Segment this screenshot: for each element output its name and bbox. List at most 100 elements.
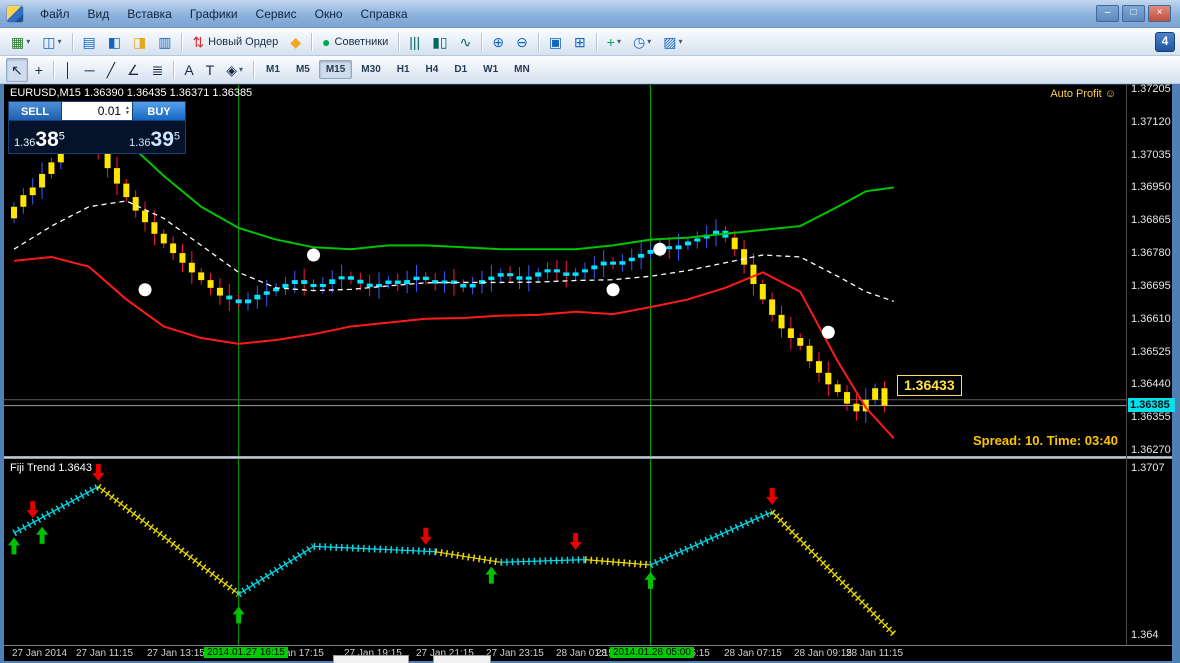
timeframe-h4-button[interactable]: H4 [419,60,446,79]
vertical-line-icon: │ [64,63,73,77]
charts-badge[interactable]: 4 [1155,32,1175,52]
timeframe-m30-button[interactable]: M30 [354,60,387,79]
chart-line-icon: ∿ [460,35,472,49]
data-window-button[interactable]: ◧ [103,30,126,54]
chevron-down-icon: ▾ [239,65,243,74]
fiji-trend-panel[interactable]: Fiji Trend 1.3643 [4,459,1126,645]
tile-windows-button[interactable]: ⊞ [569,30,591,54]
market-watch-icon: ▤ [83,35,96,49]
timeframe-w1-button[interactable]: W1 [476,60,505,79]
fiji-scale-label: 1.3707 [1131,462,1165,474]
fiji-svg [4,459,1126,645]
chevron-down-icon: ▾ [617,37,621,46]
toolbar-standard-icons: ▦▾◫▾▤◧◨▥⇅Новый Ордер◆●Советники|||▮▯∿⊕⊖▣… [5,30,688,54]
timeframe-m5-button[interactable]: M5 [289,60,317,79]
price-alert-label: 1.36433 [897,375,962,396]
text-button[interactable]: A [179,58,198,82]
timeframe-mn-button[interactable]: MN [507,60,537,79]
indicators-button[interactable]: +▾ [602,30,626,54]
text-label-button[interactable]: T [201,58,220,82]
templates-button[interactable]: ▨▾ [658,30,687,54]
new-chart-button[interactable]: ▦▾ [6,30,35,54]
zoom-out-button[interactable]: ⊖ [511,30,533,54]
vertical-line-button[interactable]: │ [59,58,78,82]
spread-time-label: Spread: 10. Time: 03:40 [973,433,1118,448]
minimize-button[interactable]: – [1096,5,1119,22]
price-scale[interactable]: 1.36385 1.372051.371201.370351.369501.36… [1126,85,1173,660]
volume-stepper[interactable]: ▲▼ [123,106,132,116]
terminal-button[interactable]: ▥ [153,30,176,54]
timeframe-m15-button[interactable]: M15 [319,60,352,79]
horizontal-line-icon: ─ [85,63,95,77]
metaeditor-button[interactable]: ◆ [285,30,306,54]
toolbar-separator [253,61,254,79]
toolbar-separator [311,33,312,51]
chevron-down-icon: ▾ [678,37,682,46]
price-scale-label: 1.36525 [1131,346,1171,358]
expert-advisors-button[interactable]: ●Советники [317,30,393,54]
arrows-button[interactable]: ◈▾ [221,58,248,82]
templates-icon: ▨ [663,35,676,49]
menu-Вставка[interactable]: Вставка [118,5,181,23]
time-axis[interactable]: 27 Jan 201427 Jan 11:1527 Jan 13:1527 Ja… [4,645,1172,661]
market-watch-button[interactable]: ▤ [78,30,101,54]
data-window-icon: ◧ [108,35,121,49]
chart-bars-button[interactable]: ||| [404,30,425,54]
indicators-icon: + [607,35,615,49]
timeframe-m1-button[interactable]: M1 [259,60,287,79]
price-scale-label: 1.36355 [1131,411,1171,423]
menu-Файл[interactable]: Файл [31,5,79,23]
navigator-button[interactable]: ◨ [128,30,151,54]
session-time-marker: 2014.01.27 16:15 [204,647,288,658]
periods-button[interactable]: ◷▾ [628,30,656,54]
text-label-icon: T [206,63,215,77]
zoom-in-button[interactable]: ⊕ [487,30,509,54]
fibonacci-button[interactable]: ≣ [147,58,169,82]
trendline-button[interactable]: ╱ [102,58,120,82]
timeframe-d1-button[interactable]: D1 [447,60,474,79]
auto-profit-label: Auto Profit ☺ [1050,88,1116,100]
menu-Сервис[interactable]: Сервис [247,5,306,23]
profiles-button[interactable]: ◫▾ [37,30,66,54]
crosshair-button[interactable]: + [30,58,48,82]
terminal-icon: ▥ [158,35,171,49]
close-button[interactable]: × [1148,5,1171,22]
mt4-window: ФайлВидВставкаГрафикиСервисОкноСправка –… [0,0,1180,663]
menu-Справка[interactable]: Справка [352,5,417,23]
main-chart[interactable]: EURUSD,M15 1.36390 1.36435 1.36371 1.363… [4,85,1126,456]
cursor-button[interactable]: ↖ [6,58,28,82]
toolbar-separator [173,61,174,79]
menu-bar: ФайлВидВставкаГрафикиСервисОкноСправка [31,5,417,23]
metaeditor-icon: ◆ [290,35,301,49]
new-order-label: Новый Ордер [208,36,278,48]
background-window-fragment [333,655,409,663]
buy-button[interactable]: BUY [132,101,186,121]
restore-button[interactable]: □ [1122,5,1145,22]
chart-line-button[interactable]: ∿ [455,30,477,54]
chart-candles-icon: ▮▯ [432,35,447,49]
ask-sup: 5 [174,131,180,143]
menu-Вид[interactable]: Вид [79,5,119,23]
expert-advisors-label: Советники [335,36,389,48]
text-icon: A [184,63,193,77]
new-order-button[interactable]: ⇅Новый Ордер [187,30,283,54]
spin-down-icon[interactable]: ▼ [125,111,130,116]
ask-big: 39 [151,128,174,151]
fiji-scale-label: 1.364 [1131,629,1159,641]
menu-Графики[interactable]: Графики [181,5,247,23]
menu-Окно[interactable]: Окно [306,5,352,23]
chart-window: EURUSD,M15 1.36390 1.36435 1.36371 1.363… [4,84,1172,660]
chart-bars-icon: ||| [409,35,420,49]
auto-arrange-button[interactable]: ▣ [544,30,567,54]
sell-button[interactable]: SELL [8,101,62,121]
new-chart-icon: ▦ [11,35,24,49]
volume-input[interactable] [62,104,123,118]
chart-candles-button[interactable]: ▮▯ [427,30,452,54]
equidistant-channel-button[interactable]: ∠ [122,58,145,82]
toolbar-separator [481,33,482,51]
timeframe-h1-button[interactable]: H1 [390,60,417,79]
toolbar-separator [72,33,73,51]
price-scale-label: 1.36780 [1131,247,1171,259]
horizontal-line-button[interactable]: ─ [80,58,100,82]
toolbar-standard: ▦▾◫▾▤◧◨▥⇅Новый Ордер◆●Советники|||▮▯∿⊕⊖▣… [0,28,1180,56]
